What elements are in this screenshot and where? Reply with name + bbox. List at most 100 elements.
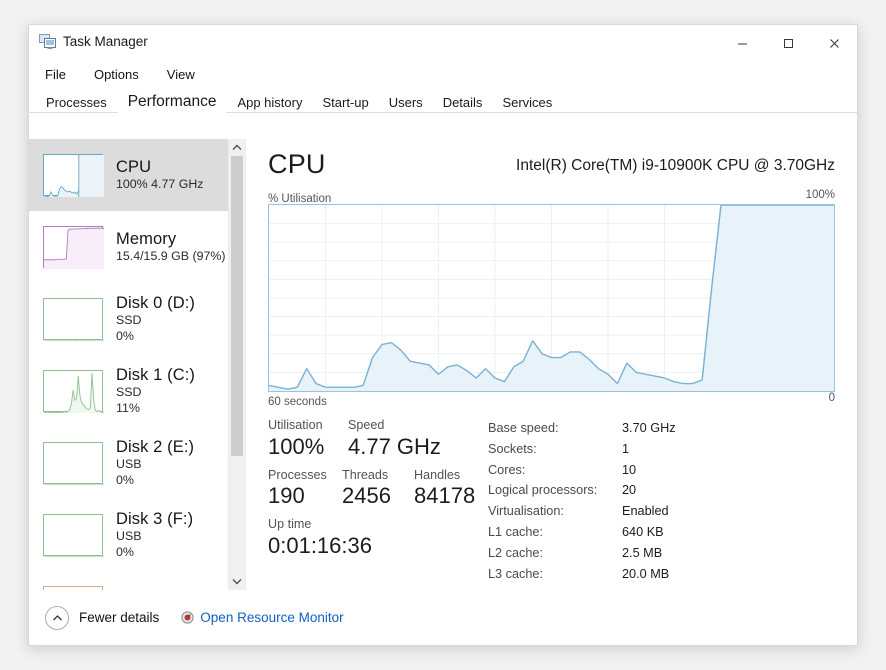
stat-uptime: Up time 0:01:16:36 [268, 517, 372, 560]
stat-value: 0:01:16:36 [268, 533, 372, 560]
time-axis: 60 seconds 0 [268, 392, 835, 410]
sidebar-item-disk-3-f[interactable]: Disk 3 (F:) USB 0% [29, 499, 245, 571]
task-manager-icon [39, 34, 57, 50]
menu-item-file[interactable]: File [41, 65, 70, 84]
stat-label: Threads [342, 468, 414, 484]
fewer-details-button[interactable]: Fewer details [79, 610, 159, 625]
spec-row: L3 cache:20.0 MB [488, 564, 835, 585]
resource-detail-line: USB [116, 458, 194, 472]
stat-row-1: Utilisation 100% Speed 4.77 GHz [268, 418, 486, 461]
spec-value: 20 [622, 480, 636, 501]
resource-name: Disk 0 (D:) [116, 294, 195, 312]
scrollbar-track[interactable] [229, 156, 245, 573]
stat-utilisation: Utilisation 100% [268, 418, 348, 461]
y-axis-max: 100% [806, 189, 835, 201]
scrollbar-thumb[interactable] [231, 156, 243, 456]
tab-processes[interactable]: Processes [37, 93, 116, 113]
stat-value: 84178 [414, 483, 475, 510]
maximize-button[interactable] [765, 25, 811, 61]
resource-name: Disk 2 (E:) [116, 438, 194, 456]
title-bar: Task Manager [29, 25, 857, 61]
resource-name: CPU [116, 158, 203, 176]
resource-usage-line: 0% [116, 330, 195, 344]
tab-details[interactable]: Details [434, 93, 492, 113]
tab-start-up[interactable]: Start-up [313, 93, 377, 113]
resource-name: Memory [116, 230, 226, 248]
minimize-button[interactable] [719, 25, 765, 61]
spec-row: Virtualisation:Enabled [488, 501, 835, 522]
spec-key: Cores: [488, 460, 622, 481]
x-axis-end: 0 [829, 392, 835, 404]
spec-row: Base speed:3.70 GHz [488, 418, 835, 439]
stat-row-2: Processes 190 Threads 2456 Handles 84178 [268, 468, 486, 511]
tab-users[interactable]: Users [380, 93, 432, 113]
resource-monitor-icon [181, 611, 194, 624]
tab-services[interactable]: Services [493, 93, 561, 113]
resource-sidebar: CPU100% 4.77 GHz Memory 15.4/15.9 GB (97%)… [29, 139, 246, 590]
resource-detail-line: SSD [116, 314, 195, 328]
scroll-down-icon[interactable] [229, 573, 245, 590]
spec-value: 640 KB [622, 522, 664, 543]
stat-speed: Speed 4.77 GHz [348, 418, 441, 461]
content-area: CPU100% 4.77 GHz Memory 15.4/15.9 GB (97%)… [29, 139, 857, 590]
resource-detail-line: USB [116, 530, 193, 544]
resource-detail-line: 15.4/15.9 GB (97%) [116, 250, 226, 264]
sidebar-item-disk-0-d[interactable]: Disk 0 (D:) SSD 0% [29, 283, 245, 355]
resource-thumbnail [43, 226, 103, 268]
spec-key: L3 cache: [488, 564, 622, 585]
stat-label: Up time [268, 517, 372, 533]
sidebar-item-memory[interactable]: Memory 15.4/15.9 GB (97%) [29, 211, 245, 283]
detail-header: CPU Intel(R) Core(TM) i9-10900K CPU @ 3.… [268, 149, 835, 189]
resource-thumbnail [43, 154, 103, 196]
spec-value: 20.0 MB [622, 564, 669, 585]
resource-thumbnail [43, 298, 103, 340]
specifications-list: Base speed:3.70 GHzSockets:1Cores:10Logi… [486, 418, 835, 584]
spec-key: Sockets: [488, 439, 622, 460]
resource-usage-line: 0% [116, 546, 193, 560]
tab-app-history[interactable]: App history [228, 93, 311, 113]
menu-item-options[interactable]: Options [90, 65, 143, 84]
spec-value: 10 [622, 460, 636, 481]
cpu-utilisation-graph [268, 204, 835, 392]
stat-value: 2456 [342, 483, 414, 510]
spec-key: Virtualisation: [488, 501, 622, 522]
open-resource-monitor-link[interactable]: Open Resource Monitor [200, 610, 343, 625]
axis-labels: % Utilisation 100% [268, 189, 835, 204]
cpu-graph-svg [269, 205, 834, 391]
spec-value: 3.70 GHz [622, 418, 676, 439]
sidebar-item-disk-2-e[interactable]: Disk 2 (E:)USB0% [29, 427, 245, 499]
spec-row: Sockets:1 [488, 439, 835, 460]
spec-key: Logical processors: [488, 480, 622, 501]
cpu-model: Intel(R) Core(TM) i9-10900K CPU @ 3.70GH… [516, 157, 835, 175]
sidebar-item-cpu[interactable]: CPU100% 4.77 GHz [29, 139, 245, 211]
spec-value: Enabled [622, 501, 669, 522]
scroll-up-icon[interactable] [229, 139, 245, 156]
x-axis-start: 60 seconds [268, 396, 327, 408]
sidebar-scrollbar[interactable] [228, 139, 245, 590]
spec-row: Logical processors:20 [488, 480, 835, 501]
stat-value: 100% [268, 434, 348, 461]
sidebar-item-disk-1-c[interactable]: Disk 1 (C:)SSD11% [29, 355, 245, 427]
resource-detail-line: SSD [116, 386, 195, 400]
menu-bar: File Options View [29, 61, 857, 87]
close-button[interactable] [811, 25, 857, 61]
stat-threads: Threads 2456 [342, 468, 414, 511]
menu-item-view[interactable]: View [163, 65, 199, 84]
stat-processes: Processes 190 [268, 468, 342, 511]
resource-thumbnail [43, 370, 103, 412]
resource-info: Memory 15.4/15.9 GB (97%) [116, 230, 226, 264]
resource-info: Disk 1 (C:)SSD11% [116, 366, 195, 416]
stats-left-column: Utilisation 100% Speed 4.77 GHz Processe… [268, 418, 486, 584]
spec-row: L2 cache:2.5 MB [488, 543, 835, 564]
tab-strip: Processes Performance App history Start-… [29, 87, 857, 113]
stat-row-3: Up time 0:01:16:36 [268, 517, 486, 560]
resource-name: Disk 1 (C:) [116, 366, 195, 384]
chevron-up-icon[interactable] [45, 606, 69, 630]
sidebar-item-ethernet[interactable]: EthernetEthernet [29, 571, 245, 590]
resource-info: CPU100% 4.77 GHz [116, 158, 203, 192]
stat-handles: Handles 84178 [414, 468, 475, 511]
window-title: Task Manager [63, 34, 148, 49]
resource-name: Disk 3 (F:) [116, 510, 193, 528]
tab-performance[interactable]: Performance [118, 92, 227, 114]
stats-area: Utilisation 100% Speed 4.77 GHz Processe… [268, 418, 835, 584]
